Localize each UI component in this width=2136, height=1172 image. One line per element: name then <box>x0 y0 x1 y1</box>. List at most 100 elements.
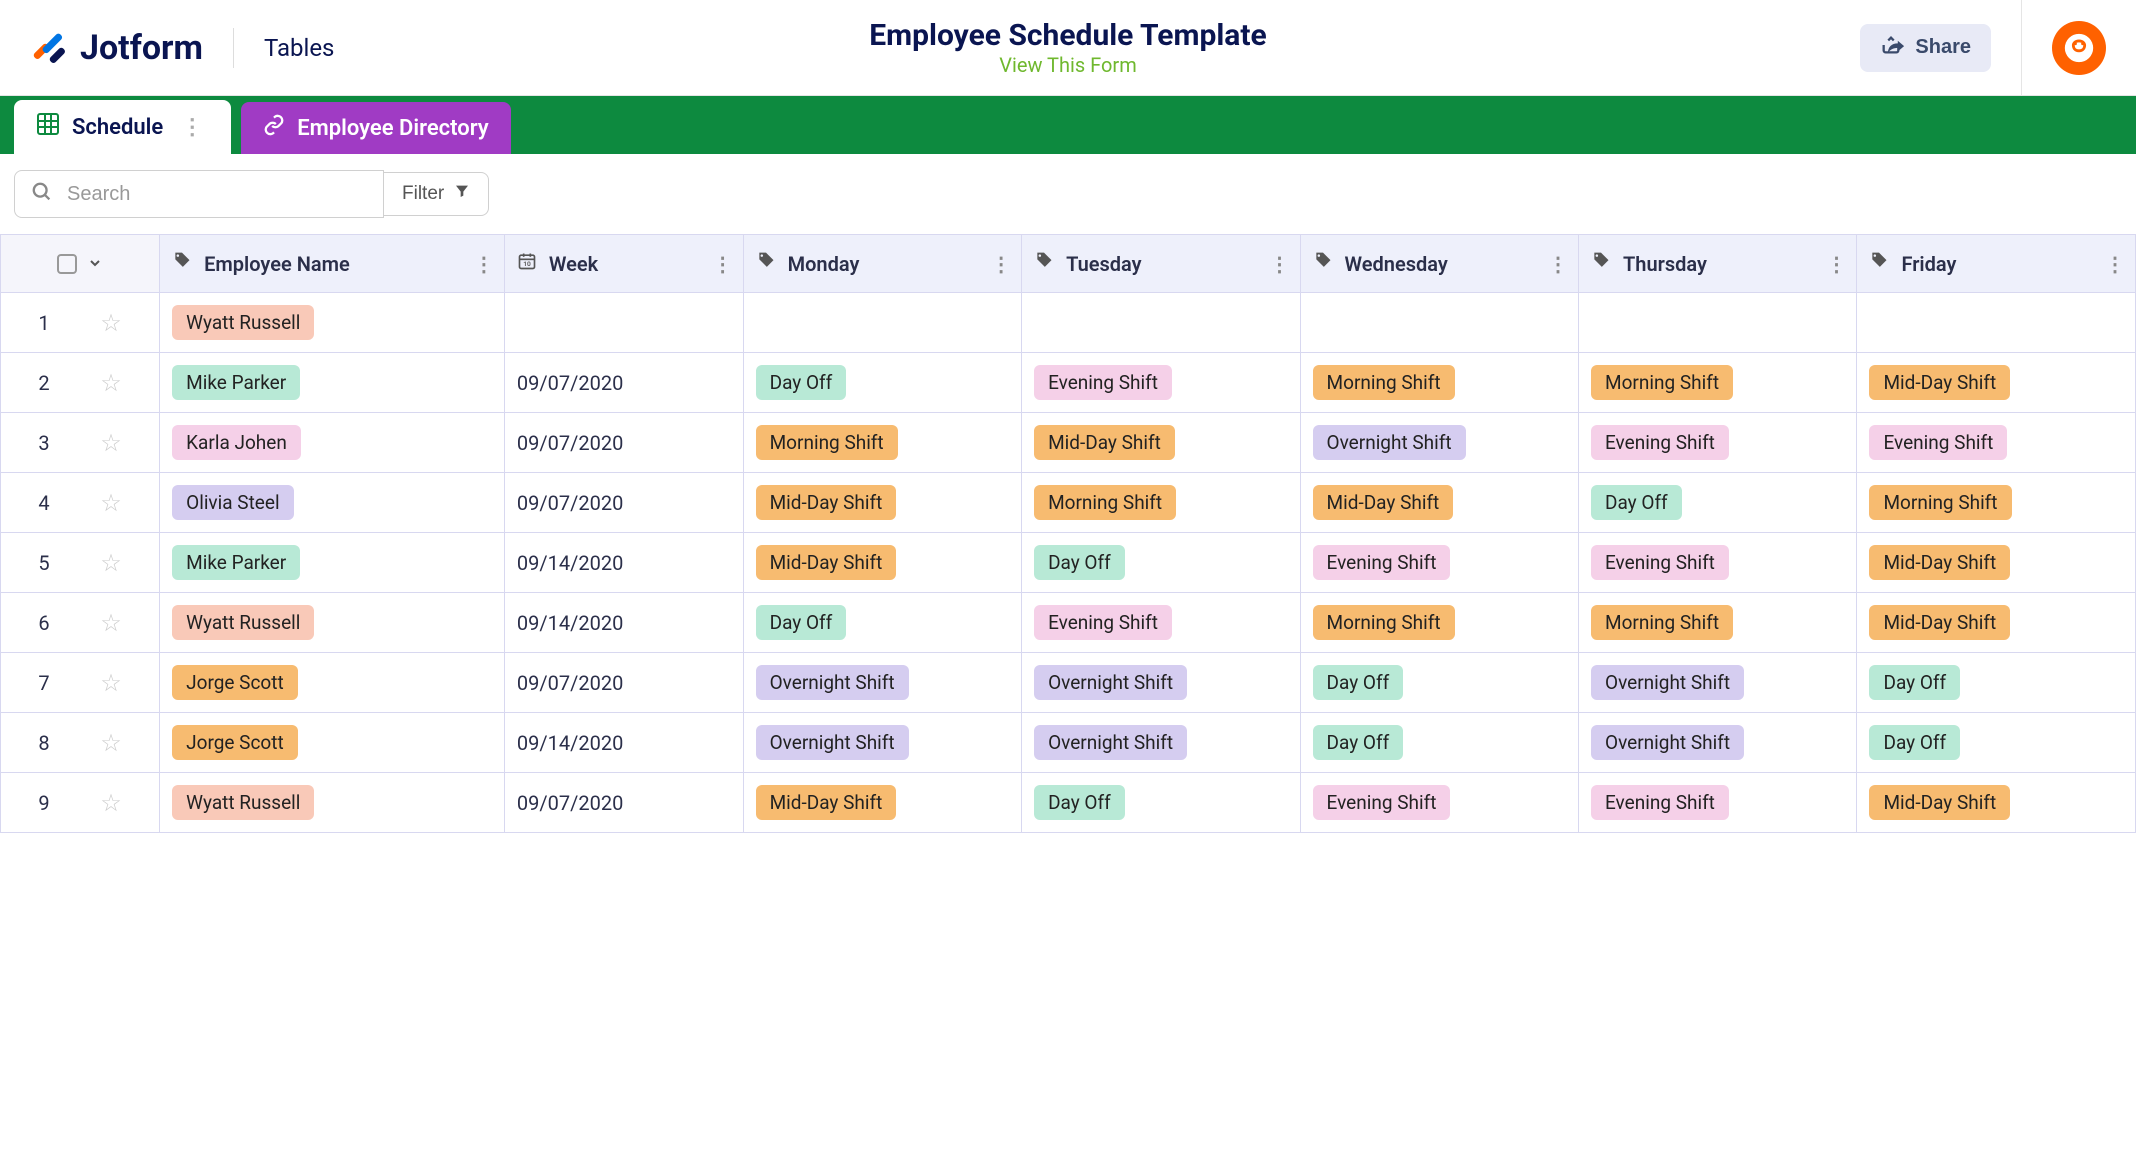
cell-mon[interactable] <box>743 293 1021 353</box>
cell-fri[interactable]: Mid-Day Shift <box>1857 593 2136 653</box>
cell-employee-name[interactable]: Jorge Scott <box>160 653 505 713</box>
cell-fri[interactable]: Day Off <box>1857 653 2136 713</box>
star-icon[interactable]: ☆ <box>100 489 122 517</box>
cell-employee-name[interactable]: Jorge Scott <box>160 713 505 773</box>
cell-tue[interactable]: Evening Shift <box>1022 353 1300 413</box>
cell-tue[interactable] <box>1022 293 1300 353</box>
cell-employee-name[interactable]: Mike Parker <box>160 533 505 593</box>
chevron-down-icon[interactable] <box>87 252 103 276</box>
table-row[interactable]: 8☆Jorge Scott09/14/2020Overnight ShiftOv… <box>1 713 2136 773</box>
cell-employee-name[interactable]: Wyatt Russell <box>160 593 505 653</box>
cell-wed[interactable]: Day Off <box>1300 653 1578 713</box>
cell-thu[interactable] <box>1579 293 1857 353</box>
cell-employee-name[interactable]: Wyatt Russell <box>160 293 505 353</box>
search-wrap[interactable] <box>14 170 384 218</box>
star-icon[interactable]: ☆ <box>100 669 122 697</box>
cell-thu[interactable]: Overnight Shift <box>1579 713 1857 773</box>
view-form-link[interactable]: View This Form <box>869 53 1266 77</box>
table-row[interactable]: 7☆Jorge Scott09/07/2020Overnight ShiftOv… <box>1 653 2136 713</box>
star-icon[interactable]: ☆ <box>100 729 122 757</box>
column-more-icon[interactable]: ⋮ <box>713 252 733 276</box>
cell-week[interactable]: 09/14/2020 <box>504 593 743 653</box>
user-avatar[interactable] <box>2052 21 2106 75</box>
select-all-checkbox[interactable] <box>57 254 77 274</box>
filter-button[interactable]: Filter <box>384 172 489 216</box>
column-more-icon[interactable]: ⋮ <box>1826 252 1846 276</box>
cell-thu[interactable]: Evening Shift <box>1579 413 1857 473</box>
cell-employee-name[interactable]: Karla Johen <box>160 413 505 473</box>
section-label[interactable]: Tables <box>264 34 334 62</box>
cell-week[interactable]: 09/07/2020 <box>504 353 743 413</box>
table-row[interactable]: 2☆Mike Parker09/07/2020Day OffEvening Sh… <box>1 353 2136 413</box>
cell-week[interactable]: 09/07/2020 <box>504 773 743 833</box>
cell-tue[interactable]: Overnight Shift <box>1022 653 1300 713</box>
header-employee-name[interactable]: Employee Name ⋮ <box>160 235 505 293</box>
header-thursday[interactable]: Thursday ⋮ <box>1579 235 1857 293</box>
cell-mon[interactable]: Overnight Shift <box>743 713 1021 773</box>
cell-mon[interactable]: Day Off <box>743 593 1021 653</box>
cell-tue[interactable]: Day Off <box>1022 773 1300 833</box>
cell-tue[interactable]: Day Off <box>1022 533 1300 593</box>
tab-more-icon[interactable]: ⋮ <box>175 115 209 140</box>
header-monday[interactable]: Monday ⋮ <box>743 235 1021 293</box>
cell-thu[interactable]: Day Off <box>1579 473 1857 533</box>
cell-wed[interactable]: Morning Shift <box>1300 593 1578 653</box>
cell-wed[interactable]: Overnight Shift <box>1300 413 1578 473</box>
cell-employee-name[interactable]: Mike Parker <box>160 353 505 413</box>
cell-wed[interactable]: Morning Shift <box>1300 353 1578 413</box>
column-more-icon[interactable]: ⋮ <box>1270 252 1290 276</box>
cell-employee-name[interactable]: Wyatt Russell <box>160 773 505 833</box>
header-wednesday[interactable]: Wednesday ⋮ <box>1300 235 1578 293</box>
table-row[interactable]: 4☆Olivia Steel09/07/2020Mid-Day ShiftMor… <box>1 473 2136 533</box>
cell-fri[interactable]: Evening Shift <box>1857 413 2136 473</box>
header-friday[interactable]: Friday ⋮ <box>1857 235 2136 293</box>
column-more-icon[interactable]: ⋮ <box>474 252 494 276</box>
cell-mon[interactable]: Day Off <box>743 353 1021 413</box>
star-icon[interactable]: ☆ <box>100 609 122 637</box>
cell-fri[interactable]: Day Off <box>1857 713 2136 773</box>
cell-employee-name[interactable]: Olivia Steel <box>160 473 505 533</box>
column-more-icon[interactable]: ⋮ <box>2105 252 2125 276</box>
star-icon[interactable]: ☆ <box>100 429 122 457</box>
cell-week[interactable]: 09/07/2020 <box>504 473 743 533</box>
cell-thu[interactable]: Morning Shift <box>1579 353 1857 413</box>
cell-wed[interactable] <box>1300 293 1578 353</box>
cell-fri[interactable]: Mid-Day Shift <box>1857 353 2136 413</box>
cell-tue[interactable]: Evening Shift <box>1022 593 1300 653</box>
star-icon[interactable]: ☆ <box>100 309 122 337</box>
cell-thu[interactable]: Overnight Shift <box>1579 653 1857 713</box>
search-input[interactable] <box>67 183 367 206</box>
header-week[interactable]: 10 Week ⋮ <box>504 235 743 293</box>
cell-mon[interactable]: Overnight Shift <box>743 653 1021 713</box>
cell-wed[interactable]: Evening Shift <box>1300 773 1578 833</box>
cell-tue[interactable]: Morning Shift <box>1022 473 1300 533</box>
cell-week[interactable]: 09/14/2020 <box>504 533 743 593</box>
table-row[interactable]: 5☆Mike Parker09/14/2020Mid-Day ShiftDay … <box>1 533 2136 593</box>
cell-wed[interactable]: Day Off <box>1300 713 1578 773</box>
table-row[interactable]: 3☆Karla Johen09/07/2020Morning ShiftMid-… <box>1 413 2136 473</box>
star-icon[interactable]: ☆ <box>100 789 122 817</box>
tab-employee-directory[interactable]: Employee Directory <box>241 102 511 154</box>
share-button[interactable]: Share <box>1860 24 1991 72</box>
cell-mon[interactable]: Mid-Day Shift <box>743 533 1021 593</box>
cell-mon[interactable]: Mid-Day Shift <box>743 473 1021 533</box>
cell-thu[interactable]: Evening Shift <box>1579 533 1857 593</box>
table-row[interactable]: 9☆Wyatt Russell09/07/2020Mid-Day ShiftDa… <box>1 773 2136 833</box>
cell-tue[interactable]: Mid-Day Shift <box>1022 413 1300 473</box>
column-more-icon[interactable]: ⋮ <box>991 252 1011 276</box>
cell-fri[interactable] <box>1857 293 2136 353</box>
table-row[interactable]: 6☆Wyatt Russell09/14/2020Day OffEvening … <box>1 593 2136 653</box>
cell-fri[interactable]: Mid-Day Shift <box>1857 773 2136 833</box>
cell-thu[interactable]: Morning Shift <box>1579 593 1857 653</box>
cell-wed[interactable]: Evening Shift <box>1300 533 1578 593</box>
star-icon[interactable]: ☆ <box>100 549 122 577</box>
cell-tue[interactable]: Overnight Shift <box>1022 713 1300 773</box>
cell-mon[interactable]: Mid-Day Shift <box>743 773 1021 833</box>
cell-fri[interactable]: Morning Shift <box>1857 473 2136 533</box>
star-icon[interactable]: ☆ <box>100 369 122 397</box>
cell-mon[interactable]: Morning Shift <box>743 413 1021 473</box>
cell-fri[interactable]: Mid-Day Shift <box>1857 533 2136 593</box>
cell-wed[interactable]: Mid-Day Shift <box>1300 473 1578 533</box>
cell-week[interactable]: 09/07/2020 <box>504 653 743 713</box>
tab-schedule[interactable]: Schedule ⋮ <box>14 100 231 154</box>
